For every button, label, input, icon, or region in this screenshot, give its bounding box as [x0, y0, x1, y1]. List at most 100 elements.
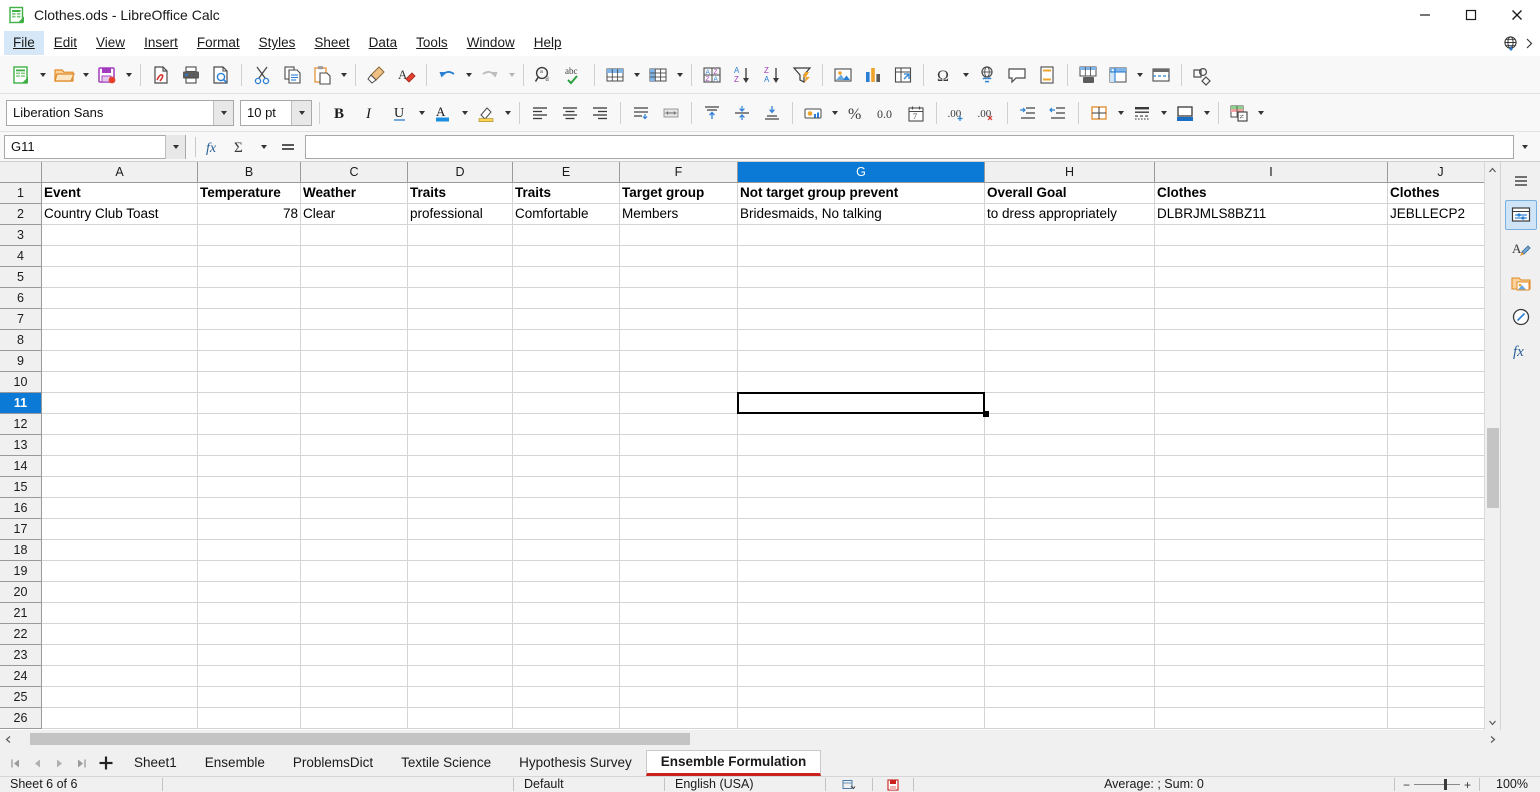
cell-B8[interactable]: [198, 330, 301, 351]
cell-H20[interactable]: [985, 582, 1155, 603]
align-bottom-icon[interactable]: [757, 98, 787, 128]
cell-E21[interactable]: [513, 603, 620, 624]
cell-H14[interactable]: [985, 456, 1155, 477]
cell-E18[interactable]: [513, 540, 620, 561]
cell-I11[interactable]: [1155, 393, 1388, 414]
cell-C13[interactable]: [301, 435, 408, 456]
cell-A23[interactable]: [42, 645, 198, 666]
print-icon[interactable]: [176, 60, 206, 90]
next-sheet-icon[interactable]: [48, 750, 70, 776]
cell-I2[interactable]: DLBRJMLS8BZ11: [1155, 204, 1388, 225]
cell-C8[interactable]: [301, 330, 408, 351]
border-style-dropdown[interactable]: [1157, 98, 1170, 128]
cell-F9[interactable]: [620, 351, 738, 372]
hyperlink-icon[interactable]: [972, 60, 1002, 90]
row-header-7[interactable]: 7: [0, 309, 42, 330]
cell-B5[interactable]: [198, 267, 301, 288]
save-dropdown[interactable]: [122, 60, 135, 90]
cell-I8[interactable]: [1155, 330, 1388, 351]
align-top-icon[interactable]: [697, 98, 727, 128]
cell-G1[interactable]: Not target group prevent: [738, 183, 985, 204]
cell-A9[interactable]: [42, 351, 198, 372]
redo-icon[interactable]: [475, 60, 505, 90]
align-center-icon[interactable]: [555, 98, 585, 128]
cell-E3[interactable]: [513, 225, 620, 246]
cell-I7[interactable]: [1155, 309, 1388, 330]
cell-I18[interactable]: [1155, 540, 1388, 561]
cell-F6[interactable]: [620, 288, 738, 309]
cell-E10[interactable]: [513, 372, 620, 393]
cell-G15[interactable]: [738, 477, 985, 498]
row-header-21[interactable]: 21: [0, 603, 42, 624]
cell-D26[interactable]: [408, 708, 513, 729]
cell-D20[interactable]: [408, 582, 513, 603]
copy-icon[interactable]: [277, 60, 307, 90]
cell-A1[interactable]: Event: [42, 183, 198, 204]
cell-C1[interactable]: Weather: [301, 183, 408, 204]
last-sheet-icon[interactable]: [70, 750, 92, 776]
cell-G25[interactable]: [738, 687, 985, 708]
cell-E4[interactable]: [513, 246, 620, 267]
cell-G16[interactable]: [738, 498, 985, 519]
cell-I13[interactable]: [1155, 435, 1388, 456]
pivot-table-icon[interactable]: [888, 60, 918, 90]
row-header-14[interactable]: 14: [0, 456, 42, 477]
special-character-dropdown[interactable]: [959, 60, 972, 90]
cell-D10[interactable]: [408, 372, 513, 393]
cell-B23[interactable]: [198, 645, 301, 666]
horizontal-scrollbar[interactable]: [0, 730, 1540, 748]
cell-G17[interactable]: [738, 519, 985, 540]
first-sheet-icon[interactable]: [4, 750, 26, 776]
cell-C26[interactable]: [301, 708, 408, 729]
cell-B24[interactable]: [198, 666, 301, 687]
cell-H26[interactable]: [985, 708, 1155, 729]
clear-formatting-icon[interactable]: A: [391, 60, 421, 90]
cell-J8[interactable]: [1388, 330, 1484, 351]
cell-D12[interactable]: [408, 414, 513, 435]
cell-F1[interactable]: Target group: [620, 183, 738, 204]
menu-help[interactable]: Help: [525, 31, 571, 55]
cell-E14[interactable]: [513, 456, 620, 477]
properties-icon[interactable]: [1504, 200, 1537, 230]
cell-E15[interactable]: [513, 477, 620, 498]
paste-icon[interactable]: [307, 60, 337, 90]
cell-B13[interactable]: [198, 435, 301, 456]
row-header-26[interactable]: 26: [0, 708, 42, 729]
cell-I17[interactable]: [1155, 519, 1388, 540]
background-color-icon[interactable]: [1170, 98, 1200, 128]
cell-D13[interactable]: [408, 435, 513, 456]
cell-J6[interactable]: [1388, 288, 1484, 309]
row-header-25[interactable]: 25: [0, 687, 42, 708]
row-header-17[interactable]: 17: [0, 519, 42, 540]
cell-D9[interactable]: [408, 351, 513, 372]
cell-F24[interactable]: [620, 666, 738, 687]
cell-I9[interactable]: [1155, 351, 1388, 372]
cell-F15[interactable]: [620, 477, 738, 498]
cell-I1[interactable]: Clothes: [1155, 183, 1388, 204]
bold-icon[interactable]: B: [325, 98, 355, 128]
cell-J21[interactable]: [1388, 603, 1484, 624]
cell-A11[interactable]: [42, 393, 198, 414]
cell-G4[interactable]: [738, 246, 985, 267]
cell-A2[interactable]: Country Club Toast: [42, 204, 198, 225]
select-all-corner[interactable]: [0, 162, 42, 182]
comment-icon[interactable]: [1002, 60, 1032, 90]
cell-C10[interactable]: [301, 372, 408, 393]
cell-E24[interactable]: [513, 666, 620, 687]
print-preview-icon[interactable]: [206, 60, 236, 90]
cell-H3[interactable]: [985, 225, 1155, 246]
cell-F8[interactable]: [620, 330, 738, 351]
column-header-b[interactable]: B: [198, 162, 301, 182]
cell-D25[interactable]: [408, 687, 513, 708]
cell-H16[interactable]: [985, 498, 1155, 519]
cell-I14[interactable]: [1155, 456, 1388, 477]
zoom-out-icon[interactable]: −: [1403, 778, 1410, 792]
function-wizard-icon[interactable]: fx: [201, 134, 227, 160]
cell-A20[interactable]: [42, 582, 198, 603]
cell-D18[interactable]: [408, 540, 513, 561]
cell-B20[interactable]: [198, 582, 301, 603]
cell-C2[interactable]: Clear: [301, 204, 408, 225]
highlight-color-dropdown[interactable]: [501, 98, 514, 128]
column-header-h[interactable]: H: [985, 162, 1155, 182]
delete-decimal-icon[interactable]: .00: [972, 98, 1002, 128]
